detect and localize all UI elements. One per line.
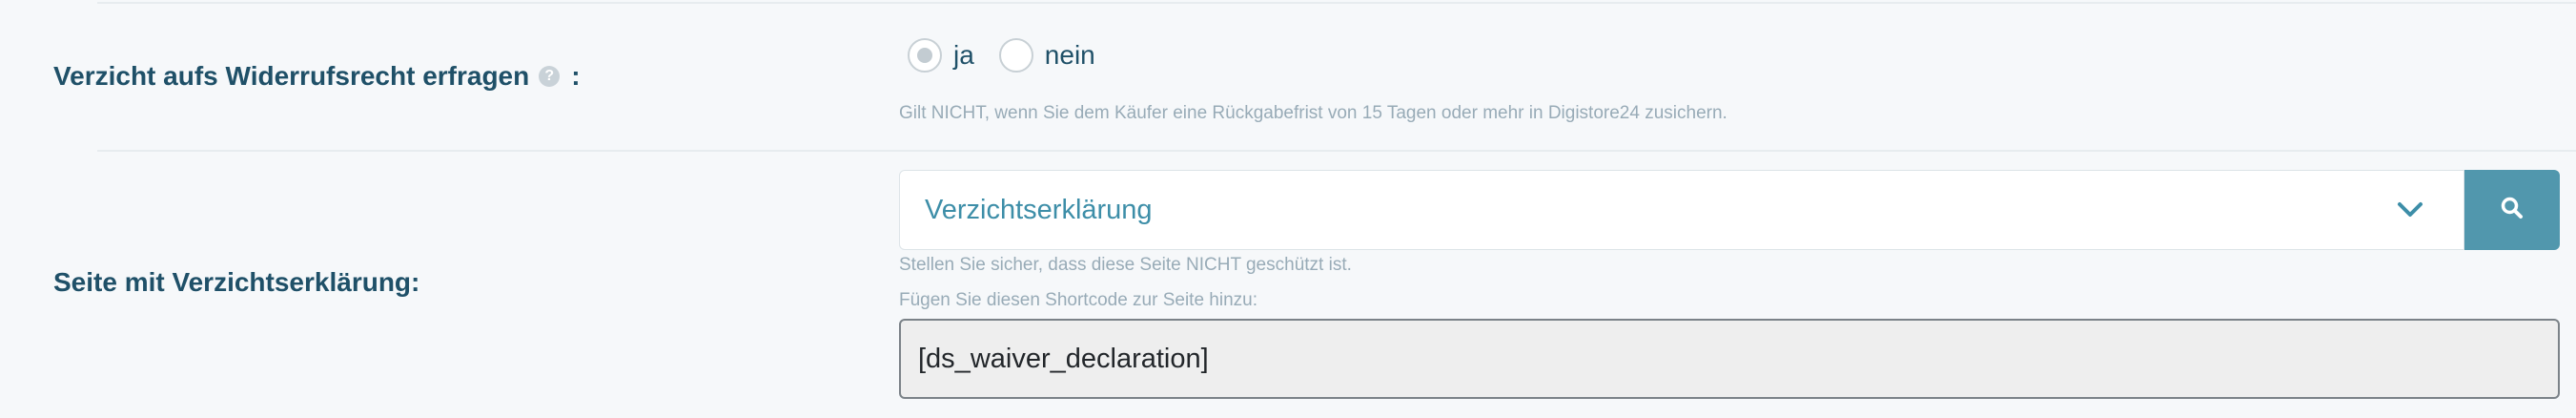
- radio-option-nein[interactable]: nein: [998, 38, 1095, 73]
- waiver-radio-group: ja nein: [908, 38, 1120, 73]
- top-divider: [97, 2, 2576, 4]
- question-circle-icon[interactable]: ?: [539, 66, 561, 87]
- waiver-label-text: Verzicht aufs Widerrufsrecht erfragen: [53, 61, 530, 91]
- search-button[interactable]: [2464, 170, 2560, 250]
- shortcode-hint: Fügen Sie diesen Shortcode zur Seite hin…: [899, 290, 1258, 310]
- declaration-row-label: Seite mit Verzichtserklärung:: [53, 267, 420, 297]
- shortcode-field[interactable]: [ds_waiver_declaration]: [899, 319, 2560, 399]
- shortcode-value: [ds_waiver_declaration]: [918, 343, 1209, 374]
- select-value: Verzichtserklärung: [925, 194, 1153, 225]
- waiver-label-colon: :: [571, 61, 581, 91]
- waiver-row-label: Verzicht aufs Widerrufsrecht erfragen ? …: [53, 61, 581, 92]
- protected-hint: Stellen Sie sicher, dass diese Seite NIC…: [899, 255, 1352, 275]
- radio-nein-unchecked[interactable]: [998, 38, 1033, 73]
- search-icon: [2500, 196, 2525, 225]
- chevron-down-icon[interactable]: [2385, 191, 2435, 229]
- waiver-hint: Gilt NICHT, wenn Sie dem Käufer eine Rüc…: [899, 103, 1728, 123]
- section-divider: [97, 150, 2576, 152]
- radio-ja-checked[interactable]: [908, 38, 942, 73]
- radio-option-ja[interactable]: ja: [908, 38, 974, 73]
- radio-ja-label[interactable]: ja: [953, 40, 974, 71]
- radio-nein-label[interactable]: nein: [1045, 40, 1095, 71]
- declaration-page-select[interactable]: Verzichtserklärung: [899, 170, 2464, 250]
